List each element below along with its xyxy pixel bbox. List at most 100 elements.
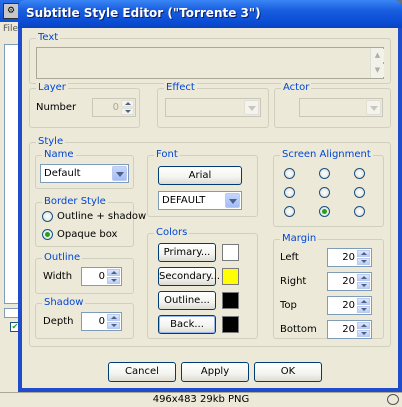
outline-width-label: Width xyxy=(43,271,73,282)
text-group: Text ▲ ▼ xyxy=(29,32,391,84)
actor-group-label: Actor xyxy=(281,82,312,93)
font-group: Font Arial DEFAULT xyxy=(147,149,258,217)
spin-down-icon[interactable] xyxy=(357,282,370,289)
alignment-radio-8[interactable] xyxy=(319,206,330,217)
shadow-group-label: Shadow xyxy=(42,297,86,308)
screen-alignment-group: Screen Alignment xyxy=(273,149,384,227)
effect-group-label: Effect xyxy=(164,82,197,93)
cancel-button[interactable]: Cancel xyxy=(108,362,176,382)
background-menu-fragment: File xyxy=(3,24,19,34)
alignment-radio-2[interactable] xyxy=(319,168,330,179)
alignment-radio-7[interactable] xyxy=(284,206,295,217)
secondary-color-swatch xyxy=(222,268,239,285)
margin-right-spinner[interactable]: 20 xyxy=(327,272,372,291)
outline-group: Outline Width 0 xyxy=(35,252,134,294)
alignment-radio-3[interactable] xyxy=(354,168,365,179)
actor-dropdown[interactable] xyxy=(299,98,383,117)
layer-group: Layer Number 0 xyxy=(29,82,140,128)
name-group-label: Name xyxy=(42,149,76,160)
spin-up-icon[interactable] xyxy=(357,274,370,281)
actor-group: Actor xyxy=(274,82,391,128)
spin-down-icon[interactable] xyxy=(107,277,120,284)
radio-opaque-box[interactable] xyxy=(42,229,53,240)
scroll-up-icon[interactable]: ▲ xyxy=(371,49,384,62)
outline-color-button[interactable]: Outline... xyxy=(158,291,216,310)
border-style-group-label: Border Style xyxy=(42,196,108,207)
spin-down-icon[interactable] xyxy=(357,330,370,337)
text-group-label: Text xyxy=(36,32,61,43)
spin-up-icon[interactable] xyxy=(357,298,370,305)
style-name-dropdown[interactable]: Default xyxy=(40,164,129,183)
spin-down-icon[interactable] xyxy=(357,306,370,313)
outline-width-spinner[interactable]: 0 xyxy=(81,267,122,286)
shadow-depth-value: 0 xyxy=(98,316,105,327)
alignment-radio-9[interactable] xyxy=(354,206,365,217)
spin-down-icon[interactable] xyxy=(357,258,370,265)
margin-left-label: Left xyxy=(280,252,299,263)
alignment-radio-4[interactable] xyxy=(284,187,295,198)
layer-number-label: Number xyxy=(36,102,77,113)
effect-dropdown[interactable] xyxy=(165,98,261,117)
title-bar[interactable]: Subtitle Style Editor ("Torrente 3") xyxy=(18,0,402,28)
spin-up-icon[interactable] xyxy=(107,269,120,276)
layer-group-label: Layer xyxy=(36,82,68,93)
chevron-down-icon[interactable] xyxy=(225,193,240,208)
text-scrollbar[interactable]: ▲ ▼ xyxy=(370,48,384,78)
ok-button[interactable]: OK xyxy=(254,362,322,382)
charset-value: DEFAULT xyxy=(162,195,206,206)
colors-group-label: Colors xyxy=(154,227,190,238)
radio-outline-shadow[interactable] xyxy=(42,211,53,222)
outline-width-value: 0 xyxy=(98,271,105,282)
margin-group: Margin Left 20 Right 20 Top 20 Bottom 20 xyxy=(273,233,384,339)
magnifier-icon[interactable] xyxy=(387,394,399,405)
border-style-group: Border Style Outline + shadow Opaque box xyxy=(35,196,146,247)
style-name-value: Default xyxy=(44,168,81,179)
margin-top-label: Top xyxy=(280,300,297,311)
margin-right-value: 20 xyxy=(342,276,355,287)
alignment-radio-5[interactable] xyxy=(319,187,330,198)
spin-up-icon[interactable] xyxy=(357,322,370,329)
outline-color-swatch xyxy=(222,292,239,309)
chevron-down-icon[interactable] xyxy=(112,166,127,181)
name-group: Name Default xyxy=(35,149,134,189)
spin-up-icon[interactable] xyxy=(357,250,370,257)
margin-left-spinner[interactable]: 20 xyxy=(327,248,372,267)
alignment-radio-6[interactable] xyxy=(354,187,365,198)
style-editor-dialog: Subtitle Style Editor ("Torrente 3") Tex… xyxy=(18,0,402,392)
chevron-down-icon[interactable] xyxy=(366,100,381,115)
style-group-label: Style xyxy=(36,136,66,147)
spin-up-icon[interactable] xyxy=(107,314,120,321)
margin-bottom-value: 20 xyxy=(342,324,355,335)
layer-number-value: 0 xyxy=(112,102,119,113)
apply-button[interactable]: Apply xyxy=(181,362,249,382)
primary-color-swatch xyxy=(222,244,239,261)
scroll-down-icon[interactable]: ▼ xyxy=(371,64,384,77)
radio-outline-shadow-label: Outline + shadow xyxy=(57,211,147,222)
shadow-group: Shadow Depth 0 xyxy=(35,297,134,339)
radio-opaque-box-label: Opaque box xyxy=(57,229,118,240)
margin-top-value: 20 xyxy=(342,300,355,311)
margin-bottom-spinner[interactable]: 20 xyxy=(327,320,372,339)
spin-down-icon[interactable] xyxy=(107,322,120,329)
charset-dropdown[interactable]: DEFAULT xyxy=(158,191,242,210)
spin-down-icon[interactable] xyxy=(121,108,134,115)
margin-left-value: 20 xyxy=(342,252,355,263)
margin-top-spinner[interactable]: 20 xyxy=(327,296,372,315)
secondary-color-button[interactable]: Secondary... xyxy=(158,267,220,286)
shadow-depth-spinner[interactable]: 0 xyxy=(81,312,122,331)
margin-group-label: Margin xyxy=(280,233,319,244)
spin-up-icon[interactable] xyxy=(121,100,134,107)
primary-color-button[interactable]: Primary... xyxy=(158,243,216,262)
layer-number-spinner[interactable]: 0 xyxy=(92,98,136,117)
chevron-down-icon[interactable] xyxy=(244,100,259,115)
font-button[interactable]: Arial xyxy=(158,166,242,185)
back-color-button[interactable]: Back... xyxy=(158,315,216,334)
image-viewer-status-bar: 496x483 29kb PNG xyxy=(0,392,402,407)
effect-group: Effect xyxy=(157,82,269,128)
alignment-radio-1[interactable] xyxy=(284,168,295,179)
style-group: Style Name Default Border Style Outline … xyxy=(29,136,391,347)
text-field[interactable]: ▲ ▼ xyxy=(36,47,384,79)
dialog-client: Text ▲ ▼ Layer Number 0 Effect Actor Sty… xyxy=(22,28,398,388)
image-info-caption: 496x483 29kb PNG xyxy=(152,394,250,405)
margin-right-label: Right xyxy=(280,276,307,287)
